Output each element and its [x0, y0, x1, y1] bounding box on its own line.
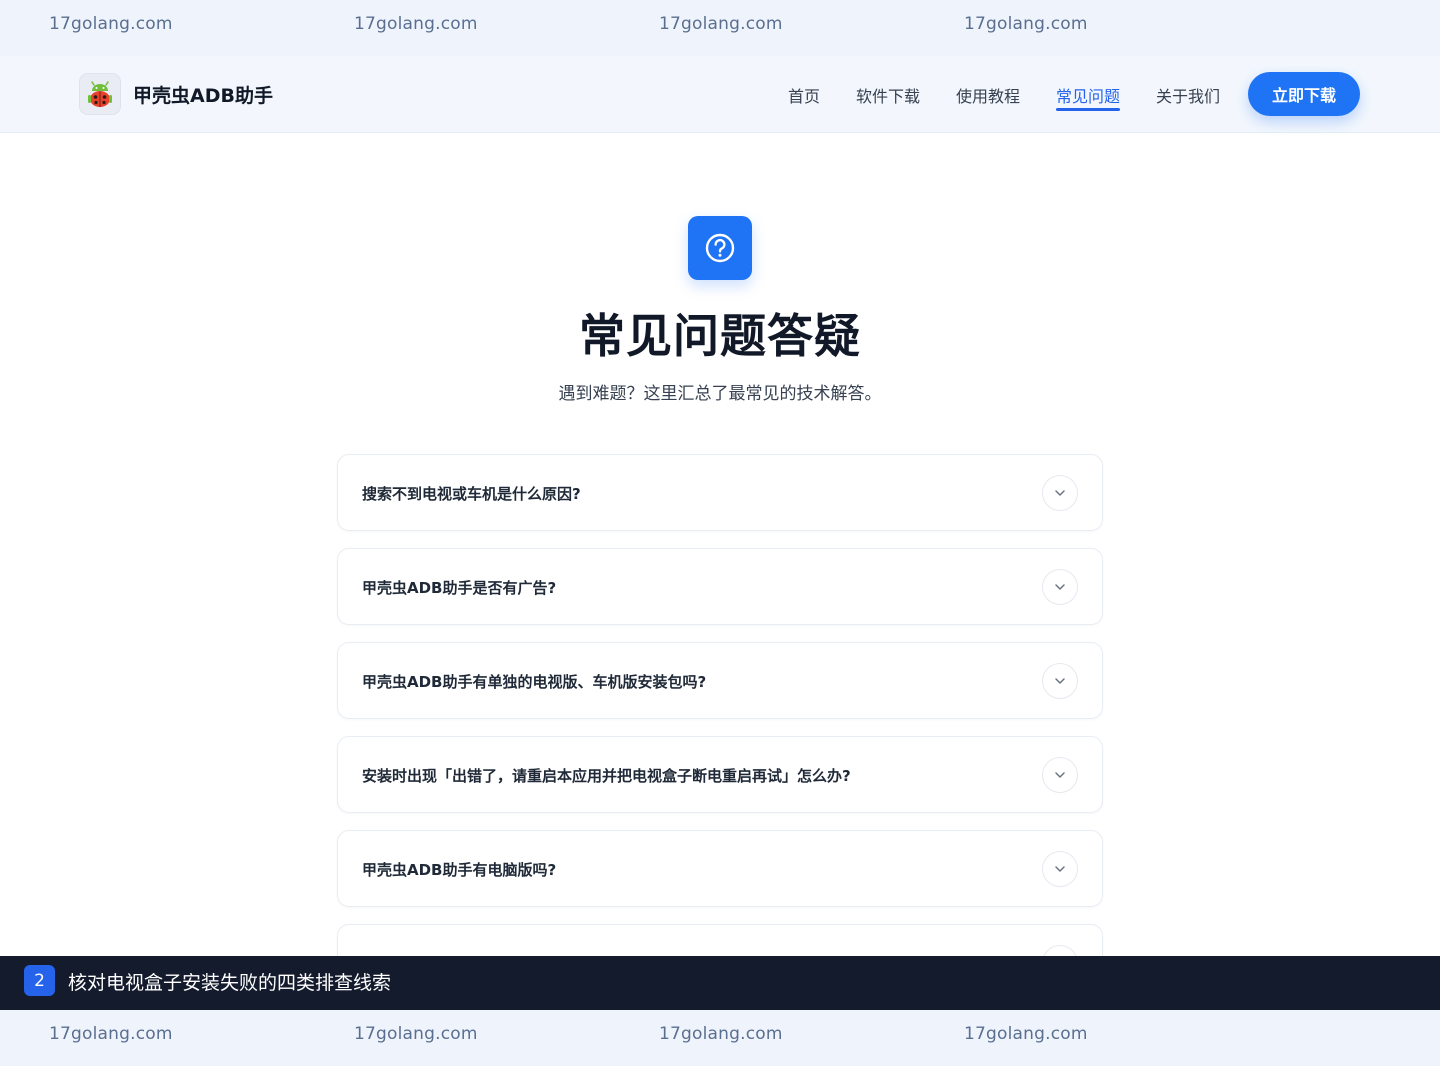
watermark-text: 17golang.com [49, 1024, 173, 1044]
faq-item[interactable]: 甲壳虫ADB助手有电脑版吗? [337, 830, 1103, 907]
step-badge: 2 [24, 965, 55, 996]
faq-question: 搜索不到电视或车机是什么原因? [362, 485, 581, 503]
chevron-down-icon[interactable] [1042, 757, 1078, 793]
chevron-down-icon[interactable] [1042, 663, 1078, 699]
watermark-text: 17golang.com [354, 1024, 478, 1044]
faq-question: 甲壳虫ADB助手有电脑版吗? [362, 861, 557, 879]
faq-item-partial[interactable] [337, 924, 1103, 956]
faq-item[interactable]: 甲壳虫ADB助手是否有广告? [337, 548, 1103, 625]
question-circle-icon [688, 216, 752, 280]
nav-item-tutorial[interactable]: 使用教程 [956, 83, 1020, 107]
caption-text: 核对电视盒子安装失败的四类排查线索 [68, 972, 392, 994]
brand-name[interactable]: 甲壳虫ADB助手 [133, 81, 273, 108]
chevron-down-icon[interactable] [1042, 945, 1078, 956]
watermark-text: 17golang.com [49, 14, 173, 34]
faq-item[interactable]: 搜索不到电视或车机是什么原因? [337, 454, 1103, 531]
nav-active-indicator [1056, 108, 1120, 111]
nav-item-download[interactable]: 软件下载 [856, 83, 920, 107]
faq-item[interactable]: 安装时出现「出错了，请重启本应用并把电视盒子断电重启再试」怎么办? [337, 736, 1103, 813]
faq-question: 安装时出现「出错了，请重启本应用并把电视盒子断电重启再试」怎么办? [362, 767, 851, 785]
watermark-band-bottom: 17golang.com 17golang.com 17golang.com 1… [0, 1010, 1440, 1066]
ladybug-android-icon-graphic [88, 81, 112, 107]
ladybug-android-icon[interactable] [79, 73, 121, 115]
faq-question: 甲壳虫ADB助手是否有广告? [362, 579, 557, 597]
watermark-text: 17golang.com [964, 14, 1088, 34]
watermark-band-top: 17golang.com 17golang.com 17golang.com 1… [0, 0, 1440, 56]
nav-item-home[interactable]: 首页 [788, 83, 820, 107]
faq-item[interactable]: 甲壳虫ADB助手有单独的电视版、车机版安装包吗? [337, 642, 1103, 719]
chevron-down-icon[interactable] [1042, 475, 1078, 511]
caption-bar: 2 核对电视盒子安装失败的四类排查线索 [0, 956, 1440, 1010]
faq-question: 甲壳虫ADB助手有单独的电视版、车机版安装包吗? [362, 673, 707, 691]
nav-item-about[interactable]: 关于我们 [1156, 83, 1220, 107]
page-subtitle: 遇到难题？这里汇总了最常见的技术解答。 [558, 384, 882, 404]
download-now-button[interactable]: 立即下载 [1248, 72, 1360, 116]
watermark-text: 17golang.com [354, 14, 478, 34]
watermark-text: 17golang.com [659, 1024, 783, 1044]
chevron-down-icon[interactable] [1042, 569, 1078, 605]
page-title: 常见问题答疑 [579, 309, 861, 363]
chevron-down-icon[interactable] [1042, 851, 1078, 887]
watermark-text: 17golang.com [659, 14, 783, 34]
question-circle-icon-graphic [705, 233, 735, 263]
watermark-text: 17golang.com [964, 1024, 1088, 1044]
nav-item-faq[interactable]: 常见问题 [1056, 83, 1120, 107]
site-header: 甲壳虫ADB助手 首页 软件下载 使用教程 常见问题 关于我们 立即下载 [0, 56, 1440, 133]
